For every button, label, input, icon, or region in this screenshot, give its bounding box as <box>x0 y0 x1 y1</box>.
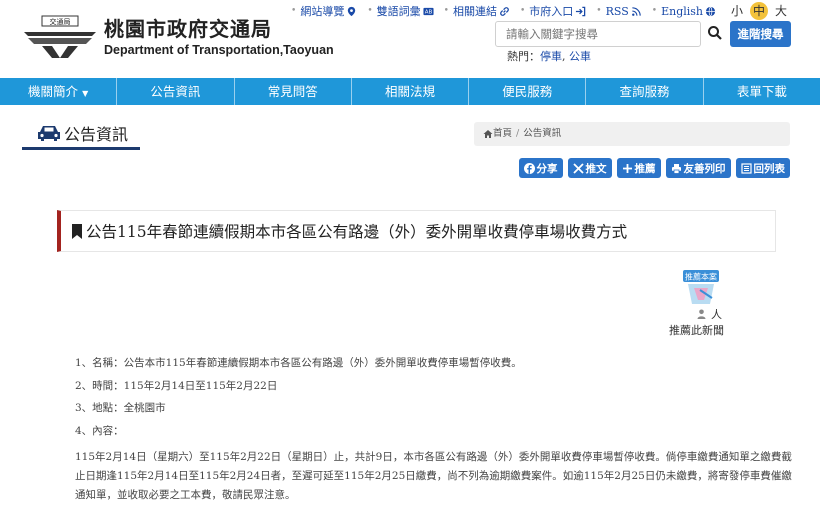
home-icon <box>483 130 493 138</box>
bookmark-icon <box>72 223 82 239</box>
car-icon <box>38 125 60 141</box>
nav-item-announcements[interactable]: 公告資訊 <box>117 78 235 105</box>
nav-label: 相關法規 <box>384 84 435 99</box>
print-button[interactable]: 友善列印 <box>665 158 731 178</box>
breadcrumb-home[interactable]: 首頁 <box>493 122 512 146</box>
tool-buttons: 分享 推文 推薦 友善列印 回列表 <box>514 158 790 178</box>
nav-label: 表單下載 <box>736 84 787 99</box>
back-to-list-button[interactable]: 回列表 <box>735 158 790 178</box>
content-item: 4、內容： <box>75 424 124 437</box>
content-item: 3、地點：全桃園市 <box>75 402 166 414</box>
hot-keywords: 熱門：停車, 公車 <box>507 48 591 64</box>
toplink-sitemap[interactable]: • 網站導覽 <box>291 3 357 19</box>
page-title: 公告資訊 <box>22 118 140 150</box>
user-icon <box>697 309 706 319</box>
print-icon <box>671 163 681 174</box>
content-paragraph: 115年2月14日（星期六）至115年2月22日（星期日）止，共計9日，本市各區… <box>75 451 792 501</box>
facebook-icon <box>523 162 535 174</box>
tool-label: 推薦 <box>634 162 656 175</box>
article-content: 1、名稱：公告本市115年春節連續假期本市各區公有路邊（外）委外開單收費停車場暫… <box>75 356 793 505</box>
breadcrumb: 首頁 / 公告資訊 <box>474 122 790 146</box>
breadcrumb-separator: / <box>516 128 520 139</box>
recommend-badge-text: 推薦本案 <box>685 272 717 282</box>
recommend-button[interactable]: 推薦 <box>616 158 661 178</box>
nav-label: 公告資訊 <box>150 84 201 99</box>
nav-item-about[interactable]: 機關簡介 ▼ <box>0 78 118 105</box>
toplink-portal[interactable]: • 市府入口 <box>520 3 586 19</box>
hot-keyword-link[interactable]: 停車 <box>540 50 562 63</box>
tool-label: 推文 <box>585 162 607 175</box>
top-links: • 網站導覽 • 雙語詞彙 AB • 相關連結 • 市府入口 • RSS • English… <box>291 2 790 20</box>
hot-keyword-separator: , <box>562 50 569 63</box>
toplink-links[interactable]: • 相關連結 <box>444 3 510 19</box>
nav-label: 常見問答 <box>267 84 318 99</box>
toplink-label: 網站導覽 <box>300 5 345 18</box>
ab-icon: AB <box>423 7 434 15</box>
recommend-badge-icon[interactable]: 推薦本案 <box>680 268 722 308</box>
toplink-label: 市府入口 <box>529 5 574 18</box>
map-marker-icon <box>348 6 356 16</box>
font-size-switcher: 小 中 大 <box>724 2 790 20</box>
nav-item-forms[interactable]: 表單下載 <box>704 78 820 105</box>
toplink-glossary[interactable]: • 雙語詞彙 AB <box>367 3 434 19</box>
recommend-this-news-link[interactable]: 推薦此新聞 <box>669 322 724 338</box>
page-title-text: 公告資訊 <box>64 124 129 144</box>
site-logo[interactable]: 交通局 桃園市政府交通局 Department of Transportatio… <box>22 14 334 60</box>
rss-icon <box>631 6 641 16</box>
site-header: 交通局 桃園市政府交通局 Department of Transportatio… <box>0 0 820 78</box>
main-nav: 機關簡介 ▼ 公告資訊 常見問答 相關法規 便民服務 查詢服務 表單下載 <box>0 78 820 105</box>
toplink-english[interactable]: • English <box>652 5 716 18</box>
toplink-label: RSS <box>605 4 629 18</box>
tool-label: 友善列印 <box>683 162 726 175</box>
article-title-text: 公告115年春節連續假期本市各區公有路邊（外）委外開單收費停車場收費方式 <box>86 223 628 241</box>
breadcrumb-current[interactable]: 公告資訊 <box>523 122 561 146</box>
nav-label: 機關簡介 <box>28 84 79 99</box>
nav-label: 查詢服務 <box>619 84 670 99</box>
nav-item-services[interactable]: 便民服務 <box>469 78 587 105</box>
list-icon <box>740 162 752 174</box>
hot-keyword-link[interactable]: 公車 <box>569 50 591 63</box>
org-name-en: Department of Transportation,Taoyuan <box>104 43 334 57</box>
toplink-label: English <box>661 4 703 18</box>
content-item: 1、名稱：公告本市115年春節連續假期本市各區公有路邊（外）委外開單收費停車場暫… <box>75 357 522 369</box>
tweet-button[interactable]: 推文 <box>567 158 612 178</box>
font-size-large[interactable]: 大 <box>772 2 790 20</box>
globe-icon <box>705 6 716 17</box>
font-size-small[interactable]: 小 <box>728 2 746 20</box>
nav-label: 便民服務 <box>502 84 553 99</box>
plus-icon <box>622 163 632 173</box>
hot-label: 熱門： <box>507 50 540 63</box>
enter-icon <box>576 6 586 16</box>
svg-text:AB: AB <box>424 9 432 15</box>
advanced-search-button[interactable]: 進階搜尋 <box>730 21 791 47</box>
recommend-count-text: 人 <box>711 308 722 321</box>
nav-item-query[interactable]: 查詢服務 <box>586 78 704 105</box>
toplink-rss[interactable]: • RSS <box>596 5 641 18</box>
search-input[interactable] <box>495 21 701 47</box>
share-button[interactable]: 分享 <box>518 158 563 178</box>
org-name-zh: 桃園市政府交通局 <box>104 17 272 41</box>
caret-down-icon: ▼ <box>82 89 89 98</box>
link-icon <box>500 6 509 16</box>
nav-item-faq[interactable]: 常見問答 <box>235 78 352 105</box>
recommend-count: 人 <box>697 306 722 322</box>
toplink-label: 相關連結 <box>452 5 497 18</box>
toplink-label: 雙語詞彙 <box>376 5 421 18</box>
font-size-medium[interactable]: 中 <box>750 2 768 20</box>
logo-emblem-icon: 交通局 <box>22 14 98 60</box>
tool-label: 分享 <box>536 162 558 175</box>
search-icon[interactable] <box>707 25 723 41</box>
article-title: 公告115年春節連續假期本市各區公有路邊（外）委外開單收費停車場收費方式 <box>57 210 776 252</box>
nav-item-regulations[interactable]: 相關法規 <box>352 78 470 105</box>
content-item: 2、時間：115年2月14日至115年2月22日 <box>75 379 278 392</box>
logo-badge-text: 交通局 <box>50 17 71 26</box>
tool-label: 回列表 <box>753 162 786 175</box>
x-icon <box>572 162 584 174</box>
